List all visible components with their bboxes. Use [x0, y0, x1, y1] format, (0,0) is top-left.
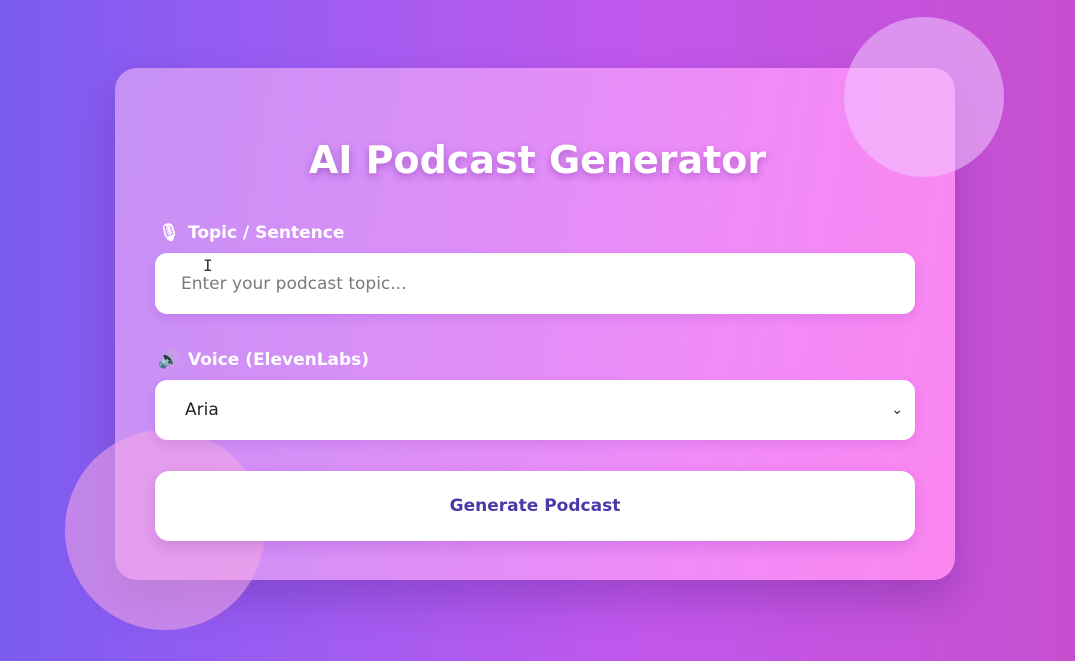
topic-label-text: Topic / Sentence: [188, 223, 345, 243]
topic-label: 🎙 Topic / Sentence: [158, 223, 345, 243]
generate-podcast-button[interactable]: Generate Podcast: [155, 471, 915, 541]
voice-label: 🔊 Voice (ElevenLabs): [158, 350, 370, 370]
voice-select[interactable]: Aria ⌄: [155, 380, 915, 440]
chevron-down-icon: ⌄: [891, 402, 903, 418]
topic-input[interactable]: [155, 253, 915, 314]
text-cursor-icon: I: [203, 256, 213, 275]
speaker-icon: 🔊: [158, 350, 180, 370]
voice-label-text: Voice (ElevenLabs): [188, 350, 370, 370]
voice-selected-value: Aria: [185, 400, 219, 420]
microphone-icon: 🎙: [158, 223, 180, 243]
page-title: AI Podcast Generator: [308, 138, 767, 182]
